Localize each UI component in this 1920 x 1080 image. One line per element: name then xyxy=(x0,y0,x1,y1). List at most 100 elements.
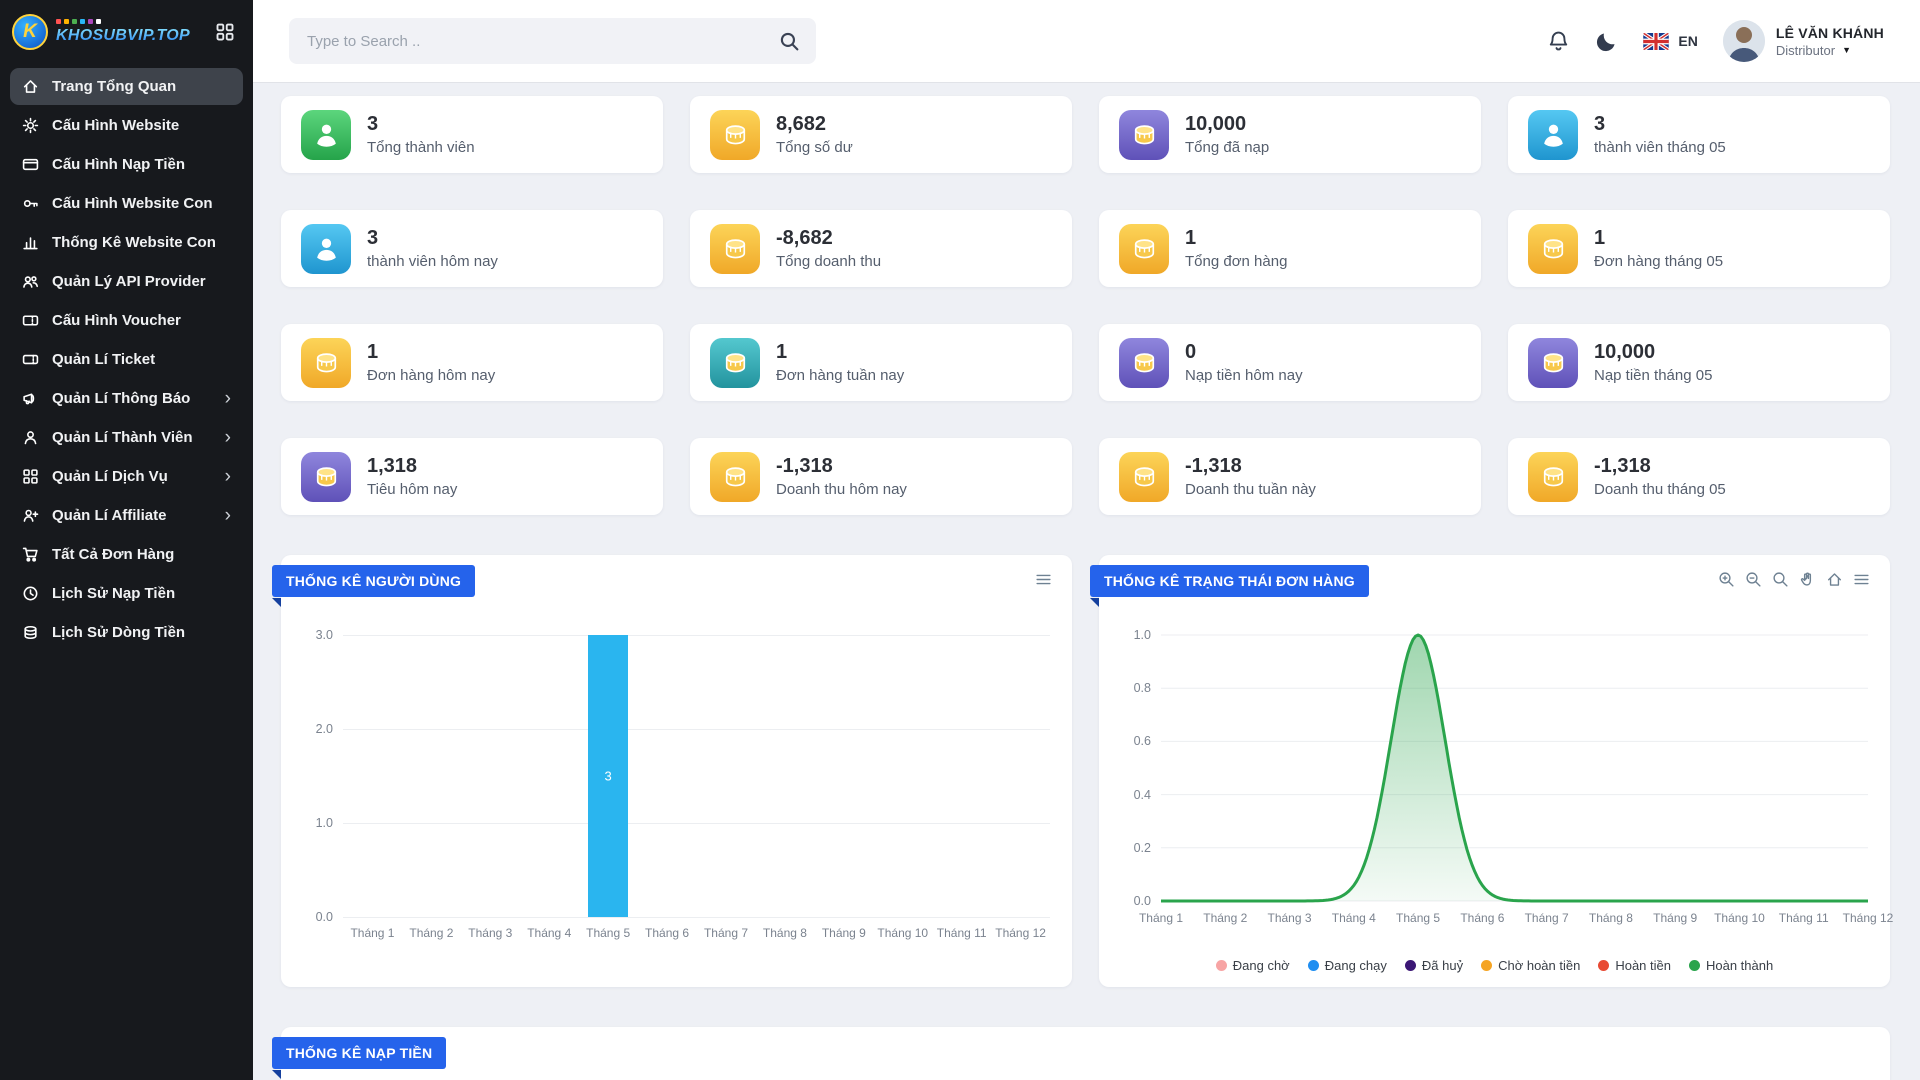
topbar: EN LÊ VĂN KHÁNH Distributor xyxy=(253,0,1920,82)
coin-icon xyxy=(1119,452,1169,502)
search-icon[interactable] xyxy=(779,31,800,52)
app-root: K KHOSUBVIP.TOP Trang Tổng QuanCấu Hình … xyxy=(0,0,1920,1080)
x-tick-label: Tháng 12 xyxy=(991,926,1050,940)
grid-icon xyxy=(22,468,39,485)
bar-slot[interactable] xyxy=(932,635,991,917)
bar[interactable]: 3 xyxy=(588,635,628,917)
stat-label: Tổng đơn hàng xyxy=(1185,253,1287,270)
sidebar-item-14[interactable]: Lịch Sử Dòng Tiền xyxy=(10,614,243,651)
sidebar: K KHOSUBVIP.TOP Trang Tổng QuanCấu Hình … xyxy=(0,0,253,1080)
sidebar-item-0[interactable]: Trang Tổng Quan xyxy=(10,68,243,105)
legend-item[interactable]: Hoàn thành xyxy=(1689,958,1773,973)
bar-slot[interactable] xyxy=(991,635,1050,917)
bar-slot[interactable] xyxy=(873,635,932,917)
sidebar-item-11[interactable]: Quản Lí Affiliate› xyxy=(10,497,243,534)
chart-title-badge: THỐNG KÊ NẠP TIỀN xyxy=(272,1037,446,1069)
area-plot[interactable] xyxy=(1161,635,1868,901)
x-tick-label: Tháng 8 xyxy=(755,926,814,940)
sidebar-item-2[interactable]: Cấu Hình Nạp Tiền xyxy=(10,146,243,183)
stat-card-15: -1,318Doanh thu tháng 05 xyxy=(1508,438,1890,515)
bar-slot[interactable] xyxy=(697,635,756,917)
stats-grid: 3Tổng thành viên8,682Tổng số dư10,000Tổn… xyxy=(281,96,1890,515)
chart-legend: Đang chờ Đang chạy Đã huỷ Chờ hoàn tiền Hoàn… xyxy=(1099,958,1890,973)
legend-item[interactable]: Đang chờ xyxy=(1216,958,1290,973)
legend-item[interactable]: Đang chạy xyxy=(1308,958,1387,973)
legend-dot xyxy=(1216,960,1227,971)
area-series[interactable] xyxy=(1161,635,1868,901)
bar-slot[interactable] xyxy=(402,635,461,917)
search-input[interactable] xyxy=(289,33,779,50)
coin-icon xyxy=(1119,224,1169,274)
chevron-right-icon: › xyxy=(225,471,231,483)
bar-slot[interactable] xyxy=(520,635,579,917)
bar-slot[interactable] xyxy=(814,635,873,917)
x-tick-label: Tháng 9 xyxy=(814,926,873,940)
sidebar-item-3[interactable]: Cấu Hình Website Con xyxy=(10,185,243,222)
sidebar-item-12[interactable]: Tất Cả Đơn Hàng xyxy=(10,536,243,573)
coin-icon xyxy=(301,338,351,388)
bar-slot[interactable] xyxy=(638,635,697,917)
y-axis: 1.00.80.60.40.20.0 xyxy=(1121,635,1161,901)
bar-slot[interactable] xyxy=(343,635,402,917)
dark-mode-moon-icon[interactable] xyxy=(1595,30,1618,53)
coin-icon xyxy=(301,452,351,502)
brand-logo-icon: K xyxy=(12,14,48,50)
legend-item[interactable]: Đã huỷ xyxy=(1405,958,1463,973)
stat-card-12: 1,318Tiêu hôm nay xyxy=(281,438,663,515)
sidebar-item-5[interactable]: Quản Lý API Provider xyxy=(10,263,243,300)
pan-icon[interactable] xyxy=(1799,571,1816,588)
home-icon[interactable] xyxy=(1826,571,1843,588)
legend-item[interactable]: Chờ hoàn tiền xyxy=(1481,958,1580,973)
stat-label: Doanh thu hôm nay xyxy=(776,481,907,498)
stat-card-9: 1Đơn hàng tuần nay xyxy=(690,324,1072,401)
stat-label: Tổng số dư xyxy=(776,139,853,156)
bar-slot[interactable]: 3 xyxy=(579,635,638,917)
sidebar-item-label: Lịch Sử Nạp Tiền xyxy=(52,585,175,602)
stat-value: 3 xyxy=(367,227,498,249)
stat-card-6: 1Tổng đơn hàng xyxy=(1099,210,1481,287)
legend-item[interactable]: Hoàn tiền xyxy=(1598,958,1671,973)
stat-card-5: -8,682Tổng doanh thu xyxy=(690,210,1072,287)
cart-icon xyxy=(22,546,39,563)
uk-flag-icon xyxy=(1643,33,1669,50)
bar-slot[interactable] xyxy=(755,635,814,917)
sidebar-item-1[interactable]: Cấu Hình Website xyxy=(10,107,243,144)
legend-label: Đang chạy xyxy=(1325,958,1387,973)
x-tick-label: Tháng 6 xyxy=(1460,911,1504,925)
sidebar-item-9[interactable]: Quản Lí Thành Viên› xyxy=(10,419,243,456)
menu-icon[interactable] xyxy=(1035,571,1052,588)
area-chart[interactable]: 1.00.80.60.40.20.0 Tháng 1Tháng 2Tháng 3… xyxy=(1121,635,1868,929)
sidebar-item-13[interactable]: Lịch Sử Nạp Tiền xyxy=(10,575,243,612)
brand-logo[interactable]: K KHOSUBVIP.TOP xyxy=(12,14,190,50)
bar-slot[interactable] xyxy=(461,635,520,917)
user-icon xyxy=(301,110,351,160)
zoom-out-icon[interactable] xyxy=(1745,571,1762,588)
logo-banner xyxy=(56,19,190,24)
search-box[interactable] xyxy=(289,18,816,64)
notifications-bell-icon[interactable] xyxy=(1547,30,1570,53)
sidebar-item-4[interactable]: Thống Kê Website Con xyxy=(10,224,243,261)
stat-card-3: 3thành viên tháng 05 xyxy=(1508,96,1890,173)
chart-title-badge: THỐNG KÊ NGƯỜI DÙNG xyxy=(272,565,475,597)
bar-chart[interactable]: 3.02.01.00.0 3 Tháng 1Tháng 2Tháng 3Thán… xyxy=(303,635,1050,940)
stat-label: Nạp tiền tháng 05 xyxy=(1594,367,1712,384)
selection-zoom-icon[interactable] xyxy=(1772,571,1789,588)
bar-plot[interactable]: 3 xyxy=(343,635,1050,917)
sidebar-nav: Trang Tổng QuanCấu Hình WebsiteCấu Hình … xyxy=(0,60,253,659)
menu-icon[interactable] xyxy=(1853,571,1870,588)
sidebar-item-8[interactable]: Quản Lí Thông Báo› xyxy=(10,380,243,417)
user-menu[interactable]: LÊ VĂN KHÁNH Distributor ▼ xyxy=(1723,20,1884,62)
stat-card-4: 3thành viên hôm nay xyxy=(281,210,663,287)
avatar xyxy=(1723,20,1765,62)
bar-series: 3 xyxy=(343,635,1050,917)
user-icon xyxy=(22,429,39,446)
apps-grid-icon[interactable] xyxy=(215,22,235,42)
sidebar-item-10[interactable]: Quản Lí Dịch Vụ› xyxy=(10,458,243,495)
sidebar-item-7[interactable]: Quản Lí Ticket xyxy=(10,341,243,378)
users-icon xyxy=(22,273,39,290)
language-selector[interactable]: EN xyxy=(1643,33,1697,50)
chevron-down-icon: ▼ xyxy=(1842,45,1851,55)
zoom-in-icon[interactable] xyxy=(1718,571,1735,588)
stat-value: 3 xyxy=(1594,113,1726,135)
sidebar-item-6[interactable]: Cấu Hình Voucher xyxy=(10,302,243,339)
